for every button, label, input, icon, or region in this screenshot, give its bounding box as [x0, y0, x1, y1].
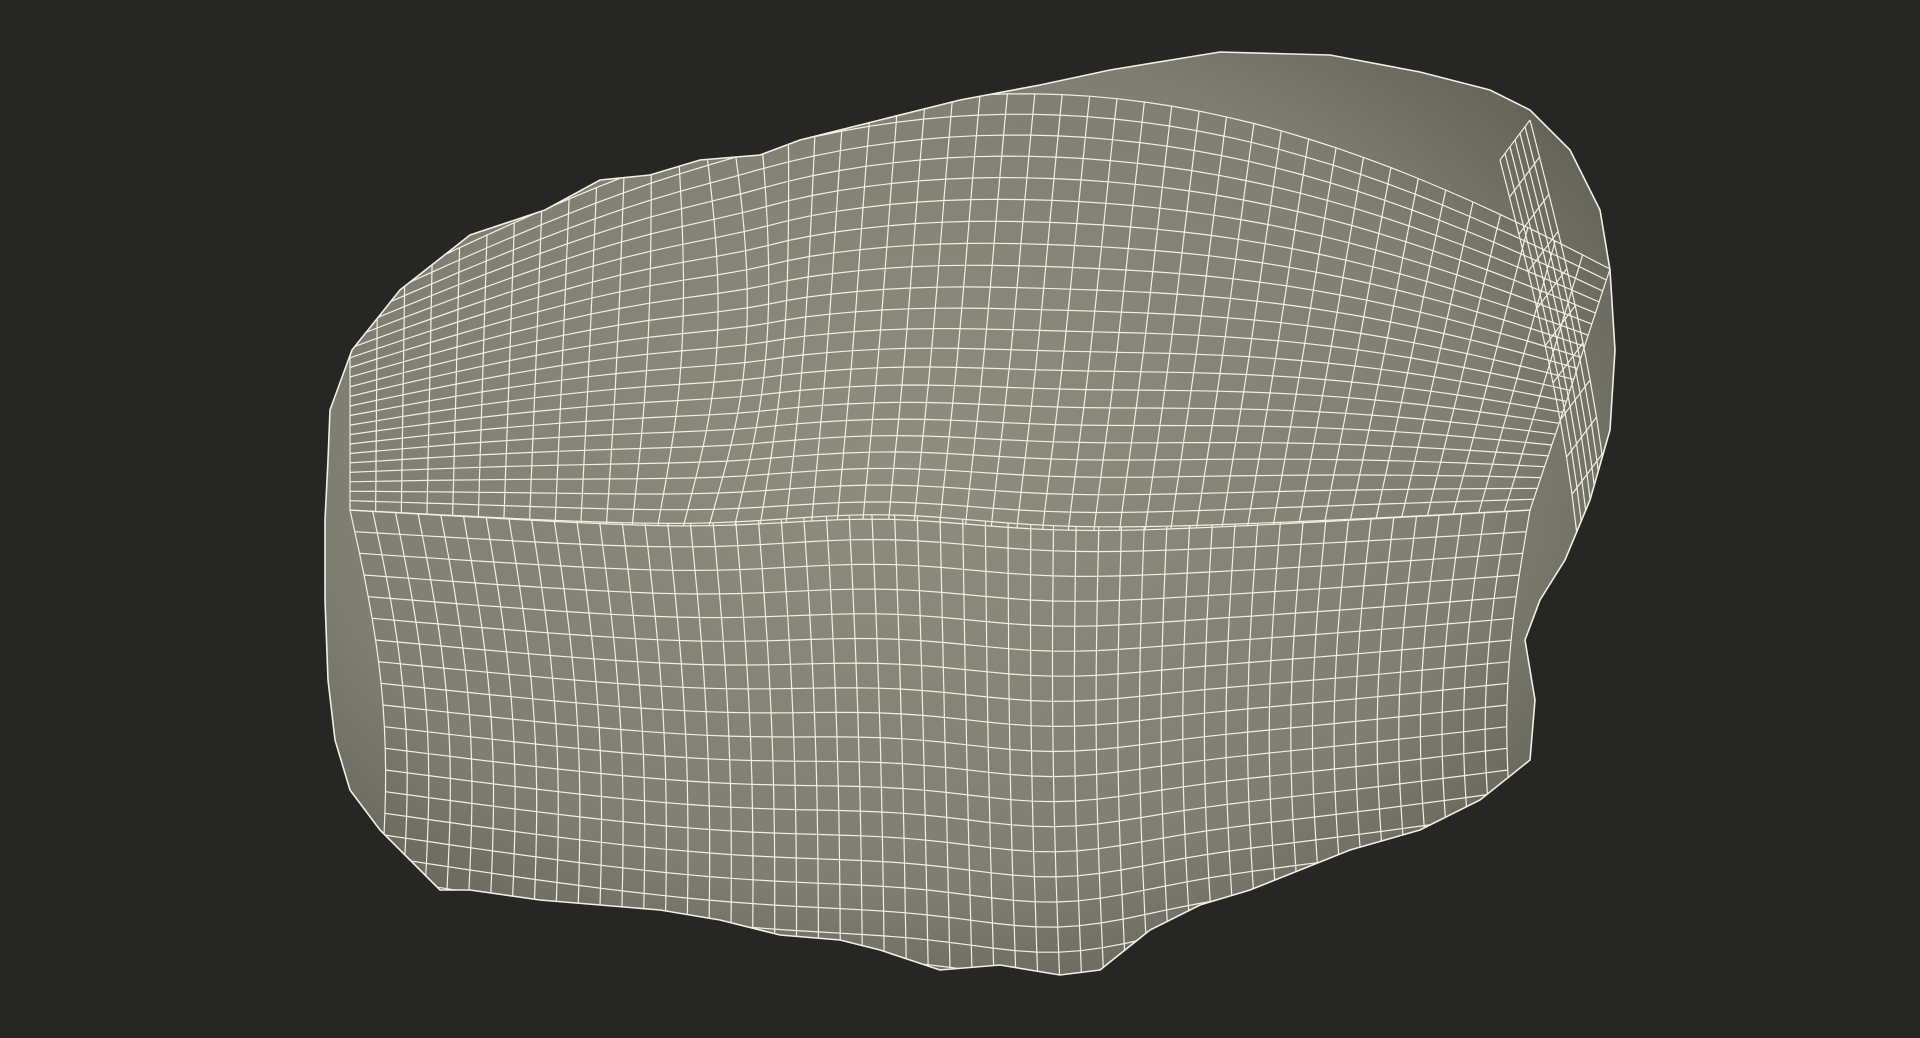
mesh-edge-cap [1584, 639, 1615, 681]
mesh-edge-cap [1582, 565, 1614, 607]
mesh-edge-cap [1579, 528, 1611, 569]
mesh-edge-cap [1584, 602, 1615, 644]
render-viewport[interactable] [0, 0, 1920, 1038]
mesh-surface [325, 52, 1615, 975]
wireframe-render [324, 51, 1616, 976]
